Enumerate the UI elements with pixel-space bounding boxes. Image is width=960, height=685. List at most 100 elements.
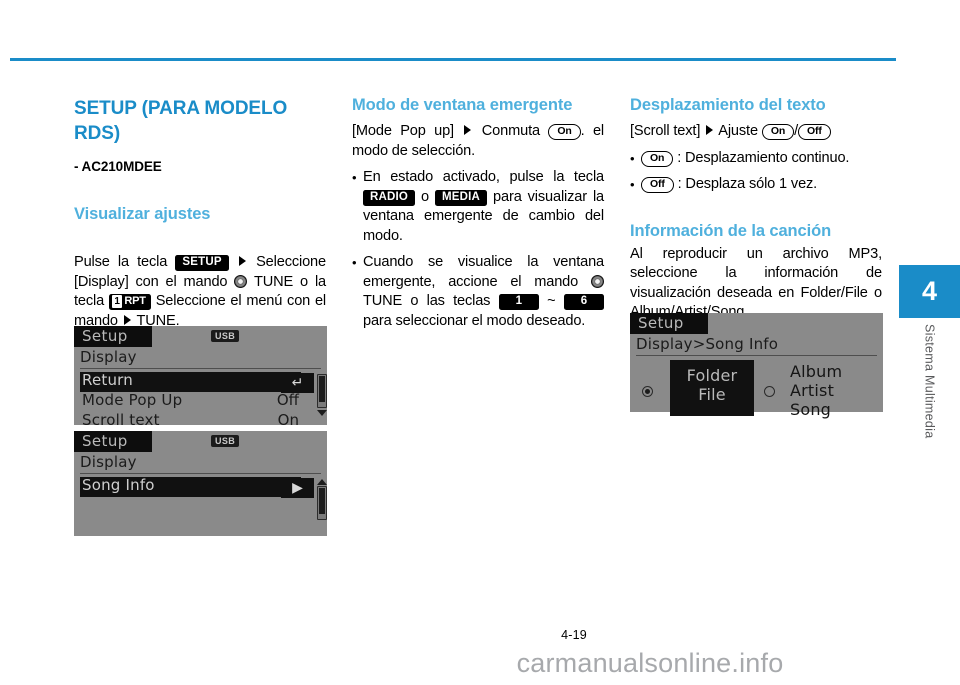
rpt-key-badge: 1 RPT	[108, 294, 151, 310]
lcd-screenshot-display-menu: Setup USB Display Return Mode Pop Up Off…	[74, 326, 327, 429]
lcd1-scrollbar-thumb	[319, 376, 325, 403]
popup-b2-text-3: para seleccionar el modo deseado.	[363, 312, 586, 329]
lcd3-choice-folder-file: Folder File	[670, 360, 754, 416]
popup-b2-tilde: ~	[547, 293, 556, 309]
on-pill-badge: On	[548, 124, 581, 140]
watermark-text: carmanualsonline.info	[516, 648, 784, 678]
arrow-right-icon-4	[706, 125, 714, 135]
popup-b2-text-1: Cuando se visualice la ventana emergente…	[363, 254, 604, 290]
radio-key-badge: RADIO	[363, 189, 416, 206]
lcd3-breadcrumb: Display>Song Info	[636, 335, 877, 356]
popup-intro-text-2: Conmuta	[481, 123, 540, 139]
rpt-key-number: 1	[111, 295, 123, 308]
tune-knob-icon-2	[591, 274, 604, 288]
lcd2-breadcrumb: Display	[80, 453, 321, 474]
preset-6-key-badge: 6	[563, 294, 604, 310]
lcd1-row-mode-label: Mode Pop Up	[82, 391, 183, 409]
arrow-right-icon-2	[123, 314, 131, 325]
chapter-number: 4	[921, 276, 938, 306]
lcd3-choice-album-artist-song: Album Artist Song	[790, 362, 842, 419]
songinfo-paragraph: Al reproducir un archivo MP3, seleccione…	[630, 245, 882, 321]
setup-key-badge: SETUP	[175, 255, 229, 271]
subheading-visualizar-ajustes: Visualizar ajustes	[74, 205, 211, 223]
arrow-right-icon-3	[464, 125, 472, 135]
subheading-informacion-cancion: Información de la canción	[630, 221, 832, 240]
column-left: SETUP (PARA MODELO RDS) - AC210MDEE Visu…	[74, 96, 326, 331]
tune-knob-icon	[234, 274, 248, 288]
column-right: Desplazamiento del texto [Scroll text] A…	[630, 96, 882, 323]
lcd3-choices: Folder File Album Artist Song	[630, 356, 883, 419]
on-pill-badge-2: On	[761, 124, 795, 140]
chapter-label-text: Sistema Multimedia	[922, 324, 937, 439]
page-number-text: 4-19	[561, 628, 587, 642]
scroll-bullet-off: • Off : Desplaza sólo 1 vez.	[630, 175, 882, 195]
lcd1-row-scroll-text: Scroll text On	[80, 411, 301, 432]
lcd3-titlebar: Setup	[630, 313, 883, 334]
instruction-paragraph: Pulse la tecla SETUP Seleccione [Display…	[74, 253, 326, 331]
scroll-bullet-off-text: Off : Desplaza sólo 1 vez.	[641, 175, 882, 195]
instr-text-1: Pulse la tecla	[74, 254, 168, 270]
lcd3-choice-album: Album	[790, 362, 843, 381]
lcd1-row-scroll-value: On	[277, 411, 299, 429]
popup-bullet-1-text: En estado activado, pulse la tecla RADIO…	[363, 168, 604, 246]
bullet-dot-icon: •	[352, 170, 357, 185]
bullet-dot-icon-3: •	[630, 150, 635, 166]
lcd-screenshot-song-info-choice: Setup Display>Song Info Folder File Albu…	[630, 313, 883, 419]
lcd2-row-song-info-label: Song Info	[82, 476, 155, 494]
lcd3-choice-song: Song	[790, 400, 832, 419]
column-middle: Modo de ventana emergente [Mode Pop up] …	[352, 96, 604, 331]
lcd-screenshot-song-info-menu: Setup USB Display Song Info ▶	[74, 431, 327, 536]
lcd1-row-return: Return	[80, 371, 301, 392]
popup-intro-paragraph: [Mode Pop up] Conmuta On. el modo de sel…	[352, 122, 604, 161]
media-key-badge: MEDIA	[435, 189, 488, 206]
chevron-right-icon: ▶	[292, 480, 303, 496]
lcd1-title: Setup	[82, 327, 128, 345]
lcd3-title: Setup	[638, 314, 684, 332]
popup-b2-text-2: TUNE o las teclas	[363, 293, 491, 309]
scroll-intro-text-1: [Scroll text]	[630, 123, 701, 139]
popup-b1-text-1: En estado activado, pulse la tecla	[363, 169, 604, 185]
popup-b1-text-2: o	[421, 188, 430, 205]
rpt-key-text: RPT	[124, 295, 146, 307]
off-pill-badge: Off	[798, 124, 831, 140]
lcd1-usb-badge: USB	[211, 330, 240, 342]
lcd1-row-mode-value: Off	[276, 391, 299, 409]
lcd1-scroll-down-icon	[317, 410, 327, 416]
popup-bullet-1: • En estado activado, pulse la tecla RAD…	[352, 168, 604, 246]
scroll-bullet-off-desc: : Desplaza sólo 1 vez.	[677, 176, 818, 192]
lcd2-scrollbar-track	[317, 486, 327, 520]
lcd2-scrollbar-thumb	[319, 488, 325, 515]
page-title: SETUP (PARA MODELO RDS)	[74, 98, 288, 144]
lcd2-titlebar: Setup USB	[74, 431, 327, 452]
lcd1-row-return-label: Return	[82, 371, 133, 389]
scroll-bullet-on-text: On : Desplazamiento continuo.	[641, 149, 882, 169]
lcd2-usb-badge: USB	[211, 435, 240, 447]
lcd2-songinfo-valuebox: ▶	[281, 478, 314, 498]
subheading-desplazamiento-texto: Desplazamiento del texto	[630, 96, 826, 114]
chapter-number-tab: 4	[899, 265, 960, 318]
lcd2-title: Setup	[82, 432, 128, 450]
scroll-intro-text-2: Ajuste	[718, 123, 758, 139]
lcd1-return-valuebox: ↵	[281, 373, 314, 393]
lcd1-titlebar: Setup USB	[74, 326, 327, 347]
lcd2-scroll-up-icon	[317, 479, 327, 485]
popup-intro-text-1: [Mode Pop up]	[352, 123, 454, 139]
chapter-label: Sistema Multimedia	[899, 318, 960, 508]
off-pill-badge-2: Off	[641, 177, 674, 193]
lcd1-scrollbar-track	[317, 374, 327, 408]
on-pill-badge-3: On	[641, 150, 674, 167]
popup-bullet-2: • Cuando se visualice la ventana emergen…	[352, 253, 604, 331]
lcd1-row-mode-pop-up: Mode Pop Up Off	[80, 391, 301, 412]
lcd3-choice-folder: Folder	[686, 366, 738, 385]
page-number: 4-19	[0, 628, 960, 642]
arrow-right-icon	[238, 256, 246, 266]
bullet-dot-icon-4: •	[630, 177, 635, 192]
subheading-modo-ventana-emergente: Modo de ventana emergente	[352, 96, 573, 114]
header-rule	[10, 58, 896, 61]
bullet-dot-icon-2: •	[352, 255, 357, 270]
radio-unselected-icon	[764, 386, 775, 397]
lcd3-choice-file: File	[698, 385, 726, 404]
popup-bullet-2-text: Cuando se visualice la ventana emergente…	[363, 253, 604, 331]
return-arrow-icon: ↵	[291, 375, 304, 391]
lcd1-row-scroll-label: Scroll text	[82, 411, 160, 429]
